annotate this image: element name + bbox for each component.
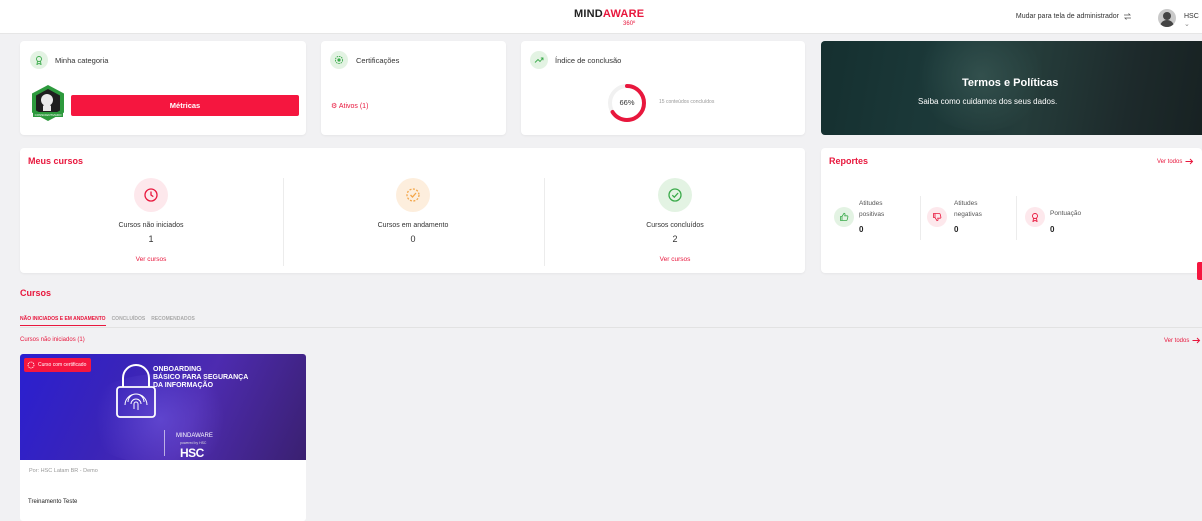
course-card[interactable]: Curso com certificado ONBOARDING BÁSICO … (20, 354, 306, 521)
completed-view-link[interactable]: Ver cursos (575, 256, 775, 263)
not-started-view-link[interactable]: Ver cursos (51, 256, 251, 263)
switch-admin-label: Mudar para tela de administrador (1015, 13, 1119, 20)
course-headline: ONBOARDING BÁSICO PARA SEGURANÇA DA INFO… (153, 366, 249, 389)
top-bar: MINDAWARE 360º Mudar para tela de admini… (0, 0, 1202, 34)
metrics-button[interactable]: Métricas (71, 95, 299, 116)
score-value: 0 (1050, 225, 1055, 234)
logo-text-a: MIND (574, 8, 603, 20)
divider (544, 178, 545, 266)
switch-admin-link[interactable]: Mudar para tela de administrador (1016, 13, 1132, 20)
divider (164, 430, 165, 456)
certificate-icon (27, 361, 35, 369)
in-progress-label: Cursos em andamento (377, 222, 449, 229)
logo-sub: 360º (623, 21, 636, 27)
completion-percent: 66% (619, 98, 635, 107)
positive-value: 0 (859, 225, 864, 234)
course-thumbnail[interactable]: Curso com certificado ONBOARDING BÁSICO … (20, 354, 306, 460)
arrow-right-icon (1192, 337, 1201, 344)
chevron-down-icon: ⌄ (1184, 21, 1190, 28)
negative-value: 0 (954, 225, 959, 234)
thumbs-down-icon (927, 207, 947, 227)
user-name: HSC (1184, 13, 1199, 20)
courses-tabs: NÃO INICIADOS E EM ANDAMENTO CONCLUÍDOS … (20, 316, 195, 326)
positive-label: Atitudes positivas (859, 200, 885, 218)
course-hsc-logo: HSC (180, 446, 204, 460)
category-badge: CONSCIENTIZADO (32, 85, 64, 121)
courses-see-all-link[interactable]: Ver todos (1164, 337, 1201, 344)
badge-text: CONSCIENTIZADO (35, 113, 63, 117)
banner-subtitle: Saiba como cuidamos dos seus dados. (918, 97, 1058, 106)
tab-recommended[interactable]: RECOMENDADOS (151, 316, 195, 322)
negative-label: Atitudes negativas (954, 200, 982, 218)
divider (920, 196, 921, 240)
completed-label: Cursos concluídos (646, 222, 704, 229)
certifications-card (321, 41, 506, 135)
course-brand: MINDAWARE (176, 433, 213, 439)
reports-see-all-link[interactable]: Ver todos (1157, 158, 1194, 165)
completed-count: 2 (672, 234, 678, 244)
reports-title: Reportes (829, 156, 869, 166)
certificate-icon (330, 51, 348, 69)
course-name: Treinamento Teste (28, 499, 78, 505)
award-icon (1025, 207, 1045, 227)
completion-note: 15 conteúdos concluídos (659, 99, 715, 105)
certifications-title: Certificações (356, 56, 400, 65)
not-started-label: Cursos não iniciados (118, 222, 184, 229)
tab-not-started-in-progress[interactable]: NÃO INICIADOS E EM ANDAMENTO (20, 316, 106, 326)
course-brand-sub: powered by HSC (180, 441, 207, 445)
not-started-subtitle: Cursos não iniciados (1) (20, 337, 85, 343)
tab-completed[interactable]: CONCLUÍDOS (112, 316, 146, 322)
logo-text-b: AWARE (602, 8, 645, 20)
avatar[interactable] (1158, 9, 1176, 27)
my-courses-title: Meus cursos (28, 156, 84, 166)
divider (1016, 196, 1017, 240)
user-menu[interactable]: HSC ⌄ (1184, 13, 1202, 28)
in-progress-count: 0 (410, 234, 416, 244)
banner-title: Termos e Políticas (962, 77, 1059, 89)
side-feedback-tab[interactable] (1197, 262, 1202, 280)
course-author: Por: HSC Latam BR - Demo (29, 468, 98, 474)
award-icon (30, 51, 48, 69)
certificate-badge-label: Curso com certificado (38, 362, 87, 368)
completion-title: Índice de conclusão (555, 56, 622, 65)
padlock-fingerprint-icon (116, 364, 156, 418)
mindaware-logo[interactable]: MINDAWARE 360º (574, 8, 645, 28)
progress-check-icon (396, 178, 430, 212)
category-title: Minha categoria (55, 56, 109, 65)
tabs-divider (20, 327, 1202, 328)
score-label: Pontuação (1050, 210, 1082, 217)
check-circle-icon (658, 178, 692, 212)
trend-up-icon (530, 51, 548, 69)
courses-title: Cursos (20, 288, 52, 298)
thumbs-up-icon (834, 207, 854, 227)
courses-see-all-label: Ver todos (1164, 337, 1190, 344)
arrow-right-icon (1185, 158, 1194, 165)
clock-icon (134, 178, 168, 212)
certificate-badge: Curso com certificado (24, 358, 92, 372)
active-certifications-link[interactable]: ⚙ Ativos (1) (331, 102, 368, 110)
active-certifications-label: Ativos (1) (338, 103, 369, 110)
gear-icon: ⚙ (331, 103, 338, 110)
switch-icon (1124, 13, 1131, 20)
reports-see-all-label: Ver todos (1157, 158, 1183, 165)
not-started-count: 1 (148, 234, 154, 244)
divider (283, 178, 284, 266)
